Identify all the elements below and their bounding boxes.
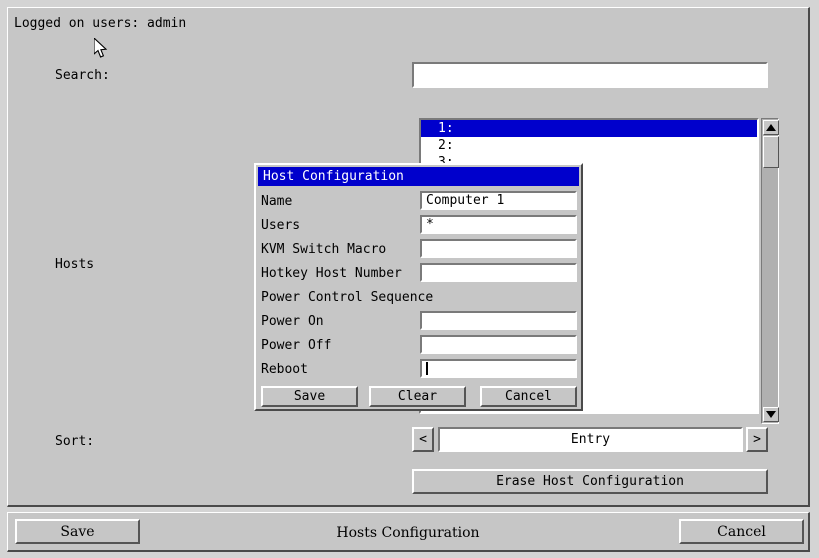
dialog-reboot-value <box>426 362 428 376</box>
dialog-power-on-label: Power On <box>261 314 324 329</box>
dialog-reboot-label: Reboot <box>261 362 308 377</box>
scrollbar-down-button[interactable] <box>763 407 779 422</box>
erase-host-configuration-button[interactable]: Erase Host Configuration <box>412 469 768 494</box>
chevron-left-icon: < <box>419 432 427 447</box>
chevron-right-icon: > <box>753 432 761 447</box>
dialog-power-control-sequence-label: Power Control Sequence <box>261 290 434 305</box>
dialog-power-off-input[interactable] <box>420 335 577 354</box>
dialog-name-value: Computer 1 <box>426 193 505 208</box>
dialog-reboot-input[interactable] <box>420 359 577 378</box>
dialog-power-on-input[interactable] <box>420 311 577 330</box>
sort-next-button[interactable]: > <box>746 427 768 452</box>
mouse-cursor-icon <box>94 38 108 58</box>
sort-value: Entry <box>570 432 611 447</box>
scrollbar-up-button[interactable] <box>763 120 779 135</box>
logged-on-users-status: Logged on users: admin <box>14 16 187 31</box>
sort-label: Sort: <box>55 434 95 449</box>
search-label: Search: <box>55 68 110 83</box>
dialog-clear-label: Clear <box>397 389 438 404</box>
sort-value-field[interactable]: Entry <box>438 427 743 452</box>
footer-bar: Save Hosts Configuration Cancel <box>7 512 810 552</box>
text-caret <box>426 362 428 375</box>
scrollbar-thumb[interactable] <box>763 136 779 168</box>
erase-host-configuration-label: Erase Host Configuration <box>496 474 684 489</box>
host-list-item[interactable]: 2: <box>421 137 757 154</box>
hosts-label: Hosts <box>55 257 95 272</box>
dialog-save-label: Save <box>293 389 326 404</box>
dialog-titlebar: Host Configuration <box>258 167 579 186</box>
footer-cancel-button[interactable]: Cancel <box>679 519 804 544</box>
main-content-pane: Logged on users: admin Search: Hosts 1: 2… <box>7 7 810 507</box>
sort-prev-button[interactable]: < <box>412 427 434 452</box>
host-list-item[interactable]: 1: <box>421 120 757 137</box>
dialog-users-value: * <box>426 217 434 232</box>
dialog-hotkey-host-number-label: Hotkey Host Number <box>261 266 402 281</box>
dialog-name-input[interactable]: Computer 1 <box>420 191 577 210</box>
triangle-up-icon <box>766 124 776 131</box>
dialog-kvm-switch-macro-label: KVM Switch Macro <box>261 242 387 257</box>
host-configuration-dialog: Host Configuration Name Computer 1 Users * K… <box>254 163 583 411</box>
dialog-users-label: Users <box>261 218 301 233</box>
application-window: Logged on users: admin Search: Hosts 1: 2… <box>0 0 819 558</box>
dialog-kvm-switch-macro-input[interactable] <box>420 239 577 258</box>
dialog-hotkey-host-number-input[interactable] <box>420 263 577 282</box>
dialog-name-label: Name <box>261 194 293 209</box>
dialog-cancel-button[interactable]: Cancel <box>480 386 577 407</box>
dialog-save-button[interactable]: Save <box>261 386 358 407</box>
dialog-power-off-label: Power Off <box>261 338 332 353</box>
search-input[interactable] <box>412 62 768 88</box>
dialog-clear-button[interactable]: Clear <box>369 386 466 407</box>
triangle-down-icon <box>766 411 776 418</box>
dialog-cancel-label: Cancel <box>505 389 552 404</box>
footer-cancel-label: Cancel <box>717 523 766 540</box>
hosts-scrollbar[interactable] <box>761 118 779 424</box>
dialog-users-input[interactable]: * <box>420 215 577 234</box>
